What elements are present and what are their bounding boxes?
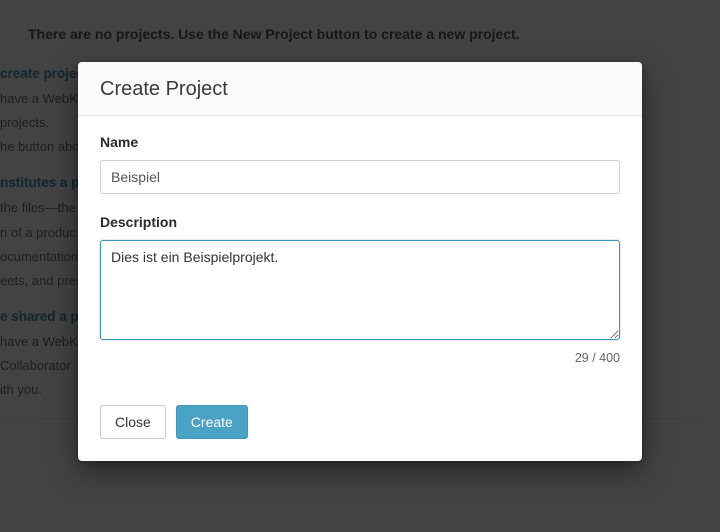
modal-title: Create Project xyxy=(100,78,620,101)
modal-header: Create Project xyxy=(78,62,642,116)
close-button[interactable]: Close xyxy=(100,405,166,439)
create-project-modal: Create Project Name Description 29 / 400… xyxy=(78,62,642,461)
name-field-group: Name xyxy=(100,134,620,194)
name-input[interactable] xyxy=(100,160,620,194)
char-counter: 29 / 400 xyxy=(100,351,620,365)
modal-body: Name Description 29 / 400 xyxy=(78,116,642,391)
name-label: Name xyxy=(100,134,620,150)
description-label: Description xyxy=(100,214,620,230)
modal-footer: Close Create xyxy=(78,391,642,461)
description-textarea[interactable] xyxy=(100,240,620,340)
create-button[interactable]: Create xyxy=(176,405,248,439)
description-field-group: Description 29 / 400 xyxy=(100,214,620,365)
